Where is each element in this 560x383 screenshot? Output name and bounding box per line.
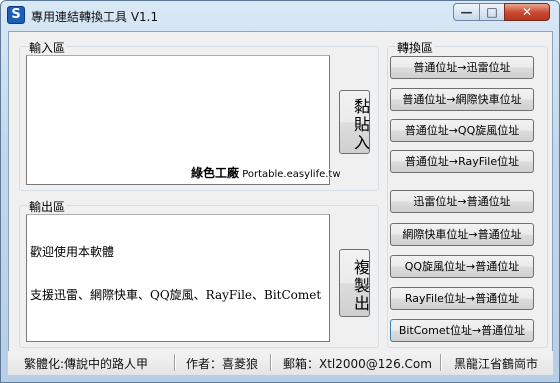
convert-normal-to-rayfile-button[interactable]: 普通位址→RayFile位址 xyxy=(390,150,534,173)
status-translator: 繁體化:傳說中的路人甲 xyxy=(24,357,149,371)
status-bar: 繁體化:傳說中的路人甲 作者：喜菱狼 郵箱：Xtl2000@126.Com 黑龍… xyxy=(8,351,553,375)
status-location: 黑龍江省鶴崗市 xyxy=(454,357,539,371)
output-group-label: 輸出區 xyxy=(28,198,67,215)
convert-group-label: 轉換區 xyxy=(396,39,435,56)
convert-normal-to-qqxuanfeng-button[interactable]: 普通位址→QQ旋風位址 xyxy=(390,119,534,142)
paste-button[interactable]: 黏貼入 xyxy=(339,90,370,154)
convert-normal-to-flashget-button[interactable]: 普通位址→網際快車位址 xyxy=(390,88,534,111)
convert-qqxuanfeng-to-normal-button[interactable]: QQ旋風位址→普通位址 xyxy=(390,255,534,278)
status-author: 作者：喜菱狼 xyxy=(186,357,259,371)
status-separator xyxy=(440,354,442,371)
minimize-button[interactable]: — xyxy=(453,3,480,21)
app-window: S 專用連結轉換工具 V1.1 — □ ✕ 輸入區 綠色工廠 Portable.… xyxy=(0,0,560,383)
status-email: 郵箱：Xtl2000@126.Com xyxy=(283,357,432,371)
convert-flashget-to-normal-button[interactable]: 網際快車位址→普通位址 xyxy=(390,223,534,246)
convert-bitcomet-to-normal-button[interactable]: BitComet位址→普通位址 xyxy=(390,319,534,342)
input-group-label: 輸入區 xyxy=(28,39,67,56)
copy-button[interactable]: 複製出 xyxy=(339,249,370,317)
watermark-site: Portable.easylife.tw xyxy=(242,169,341,180)
convert-normal-to-xunlei-button[interactable]: 普通位址→迅雷位址 xyxy=(390,56,534,79)
output-textarea[interactable]: 歡迎使用本軟體 支援迅雷、網際快車、QQ旋風、RayFile、BitComet xyxy=(26,214,330,342)
convert-rayfile-to-normal-button[interactable]: RayFile位址→普通位址 xyxy=(390,287,534,310)
convert-xunlei-to-normal-button[interactable]: 迅雷位址→普通位址 xyxy=(390,190,534,213)
watermark: 綠色工廠 Portable.easylife.tw xyxy=(189,165,343,181)
app-icon[interactable]: S xyxy=(7,6,25,24)
output-line: 支援迅雷、網際快車、QQ旋風、RayFile、BitComet xyxy=(30,288,322,302)
watermark-brand: 綠色工廠 xyxy=(191,166,240,180)
close-button[interactable]: ✕ xyxy=(504,3,550,21)
status-separator xyxy=(270,354,272,371)
window-title: 專用連結轉換工具 V1.1 xyxy=(31,10,159,24)
status-separator xyxy=(174,354,176,371)
output-line: 歡迎使用本軟體 xyxy=(30,245,115,259)
title-bar[interactable]: S 專用連結轉換工具 V1.1 — □ ✕ xyxy=(1,1,559,31)
maximize-button[interactable]: □ xyxy=(479,3,505,21)
